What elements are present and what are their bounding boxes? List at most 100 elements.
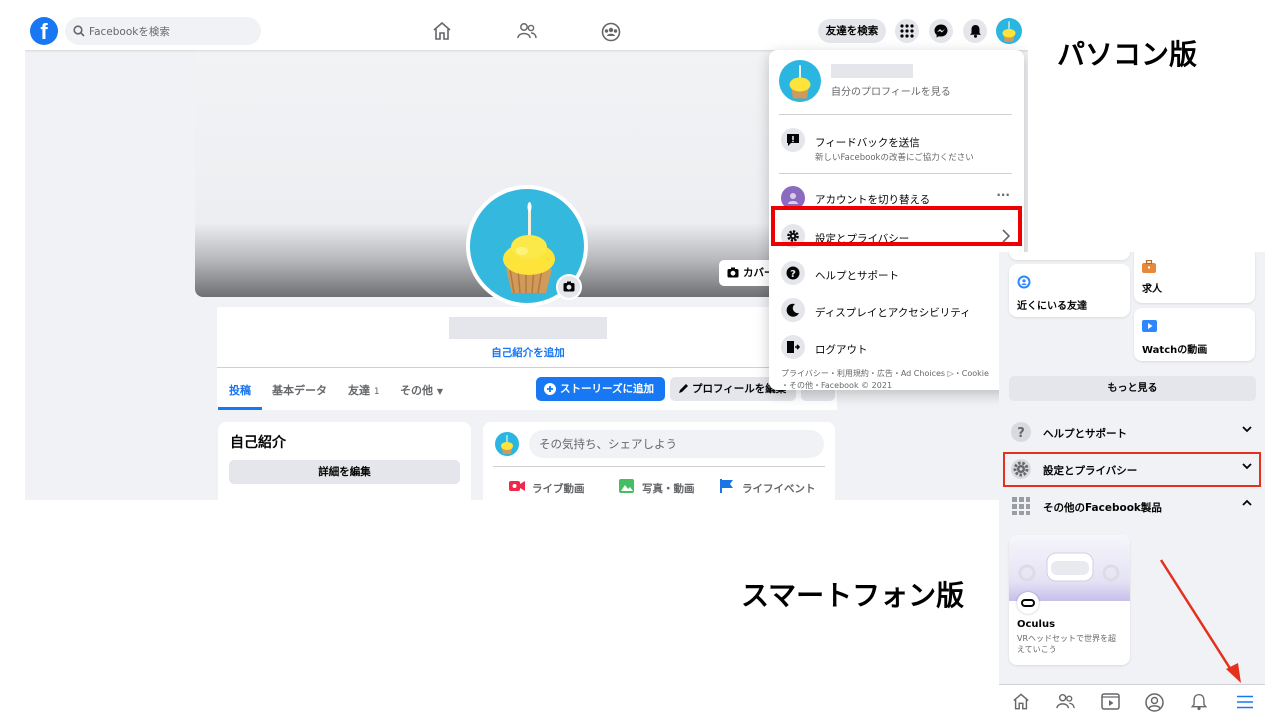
oculus-logo bbox=[1017, 592, 1039, 614]
update-profile-picture-button[interactable] bbox=[556, 274, 582, 300]
other-products-row[interactable]: その他のFacebook製品 bbox=[1011, 496, 1258, 518]
tab-friends-label: 友達 bbox=[348, 384, 370, 397]
footer-links[interactable]: プライバシー・利用規約・広告・Ad Choices ▷・Cookie ・その他・… bbox=[781, 368, 1016, 392]
life-event-button[interactable]: ライフイベント bbox=[720, 479, 816, 496]
pc-version-label: パソコン版 bbox=[1057, 38, 1198, 71]
bell-icon[interactable] bbox=[1191, 693, 1207, 711]
bell-icon bbox=[969, 25, 981, 38]
oculus-card[interactable]: Oculus VRヘッドセットで世界を超えていこう bbox=[1009, 535, 1130, 665]
shortcut-card-partial[interactable] bbox=[1009, 252, 1130, 260]
tab-more-label: その他 bbox=[400, 384, 433, 397]
groups-icon[interactable] bbox=[601, 22, 621, 42]
feedback-icon bbox=[781, 128, 805, 152]
smartphone-version-label: スマートフォン版 bbox=[741, 579, 965, 612]
mobile-bottom-nav bbox=[999, 684, 1265, 720]
grid-menu-icon bbox=[1011, 496, 1031, 516]
live-video-icon bbox=[509, 481, 525, 491]
hamburger-menu-icon[interactable] bbox=[1236, 695, 1254, 709]
mobile-settings-highlight-box bbox=[1003, 452, 1261, 487]
tab-posts[interactable]: 投稿 bbox=[229, 382, 251, 398]
search-input[interactable]: Facebookを検索 bbox=[65, 17, 261, 45]
profile-name-redacted bbox=[831, 64, 913, 78]
home-icon[interactable] bbox=[1012, 693, 1030, 710]
other-products-label: その他のFacebook製品 bbox=[1043, 502, 1162, 514]
moon-icon bbox=[781, 298, 805, 322]
cupcake-icon bbox=[789, 65, 811, 99]
account-avatar-button[interactable] bbox=[996, 18, 1022, 44]
avatar bbox=[779, 60, 821, 102]
camera-icon bbox=[563, 281, 575, 292]
facebook-logo[interactable]: f bbox=[30, 17, 58, 45]
tab-friends[interactable]: 友達 1 bbox=[348, 382, 380, 398]
edit-details-button[interactable]: 詳細を編集 bbox=[229, 460, 460, 484]
nearby-friends-icon bbox=[1017, 275, 1031, 289]
menu-grid-button[interactable] bbox=[895, 19, 919, 43]
shortcut-card-watch[interactable]: Watchの動画 bbox=[1134, 308, 1255, 361]
help-support-row[interactable]: ? ヘルプとサポート bbox=[1011, 422, 1258, 444]
photo-icon bbox=[619, 479, 634, 493]
post-composer-input[interactable]: その気持ち、シェアしよう bbox=[529, 430, 824, 458]
profile-divider bbox=[217, 367, 837, 368]
nearby-friends-label: 近くにいる友達 bbox=[1017, 301, 1087, 312]
shortcut-card-jobs[interactable]: 求人 bbox=[1134, 252, 1255, 303]
svg-text:?: ? bbox=[1017, 426, 1025, 441]
add-bio-link[interactable]: 自己紹介を追加 bbox=[485, 345, 571, 360]
messenger-button[interactable] bbox=[929, 19, 953, 43]
display-accessibility-item[interactable]: ディスプレイとアクセシビリティ bbox=[779, 298, 1014, 326]
chevron-down-icon bbox=[1242, 426, 1252, 433]
feedback-title-text: フィードバックを送信 bbox=[815, 137, 920, 149]
intro-title: 自己紹介 bbox=[230, 435, 286, 451]
more-options-icon[interactable]: ··· bbox=[996, 188, 1010, 202]
oculus-title: Oculus bbox=[1017, 619, 1056, 630]
plus-circle-icon bbox=[544, 383, 556, 395]
live-video-label: ライブ動画 bbox=[532, 483, 585, 495]
photo-video-label: 写真・動画 bbox=[642, 483, 695, 495]
live-video-button[interactable]: ライブ動画 bbox=[509, 481, 585, 496]
footer-line-1: プライバシー・利用規約・広告・Ad Choices ▷・Cookie bbox=[781, 369, 989, 378]
help-icon: ? bbox=[781, 261, 805, 285]
post-composer: その気持ち、シェアしよう ライブ動画 写真・動画 ライフイベント bbox=[483, 422, 835, 500]
help-icon: ? bbox=[1011, 422, 1031, 442]
oculus-description: VRヘッドセットで世界を超えていこう bbox=[1017, 634, 1117, 654]
tab-about[interactable]: 基本データ bbox=[272, 382, 327, 398]
pencil-icon bbox=[679, 384, 688, 393]
shortcut-card-nearby-friends[interactable]: 近くにいる友達 bbox=[1009, 264, 1130, 317]
see-more-button[interactable]: もっと見る bbox=[1009, 376, 1256, 401]
give-feedback-item[interactable]: フィードバックを送信 新しいFacebookの改善にご協力ください bbox=[779, 126, 1014, 163]
logout-item[interactable]: ログアウト bbox=[779, 335, 1014, 363]
jobs-label: 求人 bbox=[1142, 284, 1162, 295]
watch-icon[interactable] bbox=[1101, 693, 1120, 710]
help-support-label: ヘルプとサポート bbox=[1043, 428, 1127, 440]
settings-highlight-box bbox=[771, 206, 1022, 246]
add-to-story-button[interactable]: ストーリーズに追加 bbox=[536, 377, 665, 401]
find-friends-button[interactable]: 友達を検索 bbox=[818, 19, 886, 43]
caret-down-icon: ▼ bbox=[436, 387, 443, 396]
intro-card: 自己紹介 詳細を編集 bbox=[218, 422, 471, 500]
flag-icon bbox=[720, 479, 733, 493]
footer-line-2: ・その他・Facebook © 2021 bbox=[781, 381, 893, 390]
help-support-item[interactable]: ? ヘルプとサポート bbox=[779, 261, 1014, 289]
profile-icon[interactable] bbox=[1145, 693, 1164, 712]
profile-name-redacted bbox=[449, 317, 607, 339]
camera-icon bbox=[727, 267, 739, 278]
grid-menu-icon bbox=[900, 24, 914, 38]
briefcase-icon bbox=[1142, 260, 1156, 273]
feedback-subtitle: 新しいFacebookの改善にご協力ください bbox=[815, 153, 974, 163]
home-icon[interactable] bbox=[432, 22, 452, 40]
friends-count: 1 bbox=[373, 387, 380, 397]
desktop-screenshot: カバー 自己紹介を追加 投稿 基本データ 友達 1 その他 ▼ ストーリーズに追… bbox=[25, 10, 1028, 500]
photo-video-button[interactable]: 写真・動画 bbox=[619, 479, 695, 496]
search-placeholder: Facebookを検索 bbox=[89, 26, 170, 38]
profile-link-row[interactable]: 自分のプロフィールを見る bbox=[779, 60, 1014, 104]
friends-icon[interactable] bbox=[517, 22, 537, 40]
watch-video-icon bbox=[1142, 320, 1157, 332]
notifications-button[interactable] bbox=[963, 19, 987, 43]
chevron-up-icon bbox=[1242, 499, 1252, 506]
watch-videos-label: Watchの動画 bbox=[1142, 345, 1208, 356]
messenger-icon bbox=[934, 24, 948, 38]
menu-divider bbox=[779, 114, 1012, 115]
avatar[interactable] bbox=[495, 432, 519, 456]
tab-more[interactable]: その他 ▼ bbox=[400, 382, 443, 398]
logout-icon bbox=[781, 335, 805, 359]
friends-icon[interactable] bbox=[1056, 693, 1075, 710]
